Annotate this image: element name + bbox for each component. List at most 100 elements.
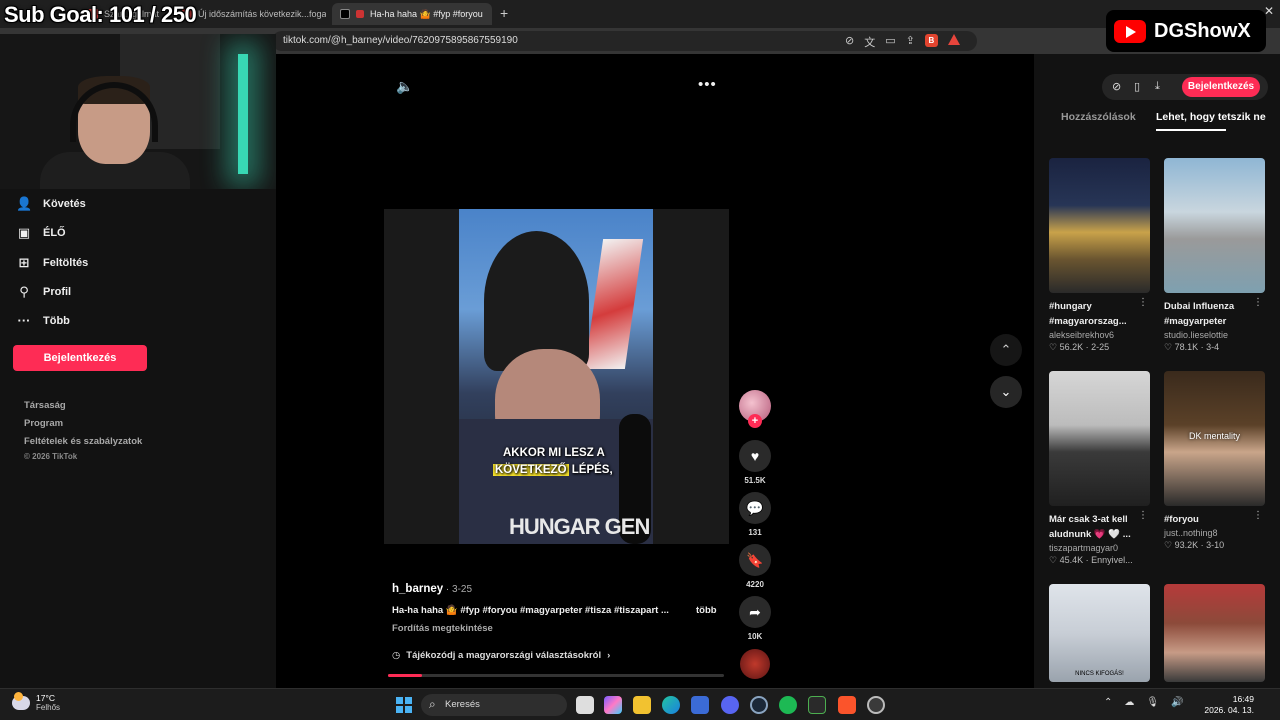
video-thumbnail[interactable]: NINCS KIFOGÁS! <box>1049 584 1150 682</box>
kebab-menu-icon[interactable]: ⋮ <box>1253 510 1263 521</box>
card-author[interactable]: alekseibrekhov6 <box>1049 330 1150 340</box>
heart-outline-icon: ♡ <box>1049 555 1060 565</box>
mic-icon[interactable]: 🎙 <box>1146 697 1159 708</box>
next-video-button[interactable]: ⌄ <box>990 376 1022 408</box>
login-button[interactable]: Bejelentkezés <box>1182 77 1260 97</box>
flag-graphic <box>584 239 644 369</box>
nav-item-following[interactable]: 👤 Követés <box>16 196 86 212</box>
card-author[interactable]: tiszapartmagyar0 <box>1049 543 1150 553</box>
like-action[interactable]: ♥ 51.5K <box>739 440 771 485</box>
browser-tab[interactable]: Új időszámítás következik...fogalmat <box>174 3 326 25</box>
caption-author[interactable]: h_barney · 3-25 <box>392 583 472 595</box>
footer-link-company[interactable]: Társaság <box>24 400 66 411</box>
video-card[interactable]: DK mentality ⋮ #foryou just..nothing8 ♡ … <box>1164 371 1265 551</box>
translate-icon[interactable]: 文 <box>864 34 875 50</box>
taskbar-search[interactable]: Keresés <box>421 694 567 716</box>
video-card[interactable]: ⋮ Már csak 3-at kell aludnunk 💗 🤍 ... ti… <box>1049 371 1150 566</box>
start-button[interactable] <box>396 697 412 713</box>
brave-shield-icon[interactable]: B <box>924 34 938 47</box>
video-card[interactable]: ⋮ #hungary #magyarorszag... alekseibrekh… <box>1049 158 1150 353</box>
video-frame: AKKOR MI LESZ A KÖVETKEZŐ LÉPÉS, HUNGAR … <box>459 209 653 544</box>
brave-icon[interactable] <box>838 696 856 714</box>
youtube-logo-icon <box>1114 19 1146 43</box>
xbox-icon[interactable] <box>808 696 826 714</box>
caption-more-button[interactable]: több <box>696 605 717 616</box>
block-icon[interactable]: ⊘ <box>845 34 854 50</box>
share-icon[interactable]: ⇪ <box>906 34 915 50</box>
edge-icon[interactable] <box>662 696 680 714</box>
nav-item-profile[interactable]: ⚲ Profil <box>16 284 71 300</box>
speaker-icon[interactable]: 🔊 <box>1171 697 1183 708</box>
video-card[interactable]: NINCS KIFOGÁS! <box>1049 584 1150 682</box>
download-icon[interactable]: ⤓ <box>1155 80 1160 93</box>
tab-you-may-like[interactable]: Lehet, hogy tetszik neked <box>1156 111 1266 123</box>
volume-icon[interactable]: 🔈 <box>396 78 413 95</box>
election-info-link[interactable]: ◷ Tájékozódj a magyarországi választások… <box>392 650 610 661</box>
video-thumbnail[interactable] <box>1049 158 1150 293</box>
nav-item-upload[interactable]: ⊞ Feltöltés <box>16 255 89 271</box>
obs-icon[interactable] <box>867 696 885 714</box>
card-stats: ♡ 45.4K · Ennyivel... <box>1049 555 1133 565</box>
kebab-menu-icon[interactable]: ⋮ <box>1253 297 1263 308</box>
video-thumbnail[interactable]: DK mentality <box>1164 371 1265 506</box>
cast-icon[interactable]: ▭ <box>885 34 895 50</box>
temperature: 17°C <box>36 693 55 703</box>
kebab-menu-icon[interactable]: ⋮ <box>1138 297 1148 308</box>
save-action[interactable]: 🔖 4220 <box>739 544 771 589</box>
spotify-icon[interactable] <box>779 696 797 714</box>
steam-icon[interactable] <box>750 696 768 714</box>
footer-link-program[interactable]: Program <box>24 418 63 429</box>
card-title-line2: #magyarorszag... <box>1049 316 1127 327</box>
new-tab-icon[interactable]: + <box>500 5 508 21</box>
file-explorer-icon[interactable] <box>633 696 651 714</box>
video-card[interactable]: ⋮ Dubai Influenza #magyarpeter studio.li… <box>1164 158 1265 353</box>
browser-tab-active[interactable]: Ha-ha haha 🤷 #fyp #foryou ✕ <box>332 3 492 25</box>
weather-widget[interactable]: 17°C Felhős <box>12 691 61 712</box>
card-author[interactable]: just..nothing8 <box>1164 528 1265 538</box>
mobile-icon[interactable]: ▯ <box>1134 80 1140 93</box>
windows-logo-icon <box>396 697 403 704</box>
more-options-icon[interactable]: ••• <box>698 76 717 93</box>
video-thumbnail[interactable] <box>1049 371 1150 506</box>
channel-badge: DGShowX <box>1106 10 1266 52</box>
card-author[interactable]: studio.lieselottie <box>1164 330 1265 340</box>
video-thumbnail[interactable] <box>1164 158 1265 293</box>
music-disc-icon[interactable] <box>740 649 770 679</box>
channel-name: DGShowX <box>1154 19 1251 42</box>
task-view-icon[interactable] <box>576 696 594 714</box>
compass-icon[interactable]: ⊘ <box>1112 80 1121 93</box>
comment-action[interactable]: 💬 131 <box>739 492 771 537</box>
follow-plus-icon[interactable]: + <box>748 414 762 428</box>
nav-item-more[interactable]: ··· Több <box>16 313 70 328</box>
video-progress-bar[interactable] <box>388 674 724 677</box>
nav-item-live[interactable]: ▣ ÉLŐ <box>16 225 66 241</box>
video-card[interactable] <box>1164 584 1265 682</box>
follow-icon: 👤 <box>16 196 33 211</box>
caption-date: · 3-25 <box>443 584 473 595</box>
translate-link[interactable]: Fordítás megtekintése <box>392 623 493 634</box>
close-tab-icon[interactable]: ✕ <box>483 8 492 21</box>
store-icon[interactable] <box>691 696 709 714</box>
share-action[interactable]: ➦ 10K <box>739 596 771 641</box>
previous-video-button[interactable]: ⌃ <box>990 334 1022 366</box>
save-count: 4220 <box>746 580 764 589</box>
subtitle-rest: LÉPÉS, <box>568 464 613 476</box>
taskbar-clock[interactable]: 16:49 2026. 04. 13. <box>1204 694 1254 716</box>
webcam-light <box>238 54 248 174</box>
video-player[interactable]: AKKOR MI LESZ A KÖVETKEZŐ LÉPÉS, HUNGAR … <box>384 209 729 544</box>
heart-outline-icon: ♡ <box>1164 540 1175 550</box>
video-thumbnail[interactable] <box>1164 584 1265 682</box>
webcam-overlay <box>0 34 276 189</box>
recording-icon <box>356 10 364 18</box>
login-button[interactable]: Bejelentkezés <box>13 345 147 371</box>
kebab-menu-icon[interactable]: ⋮ <box>1138 510 1148 521</box>
footer-link-terms[interactable]: Feltételek és szabályzatok <box>24 436 142 447</box>
discord-icon[interactable] <box>721 696 739 714</box>
cloud-icon[interactable]: ☁ <box>1124 697 1134 708</box>
copilot-icon[interactable] <box>604 696 622 714</box>
brave-rewards-icon[interactable] <box>947 34 960 45</box>
sub-goal-overlay: Sub Goal: 101 / 250 <box>4 2 197 27</box>
tab-comments[interactable]: Hozzászólások <box>1061 111 1136 123</box>
weather-condition: Felhős <box>36 703 61 712</box>
chevron-up-icon[interactable]: ⌃ <box>1104 697 1112 708</box>
